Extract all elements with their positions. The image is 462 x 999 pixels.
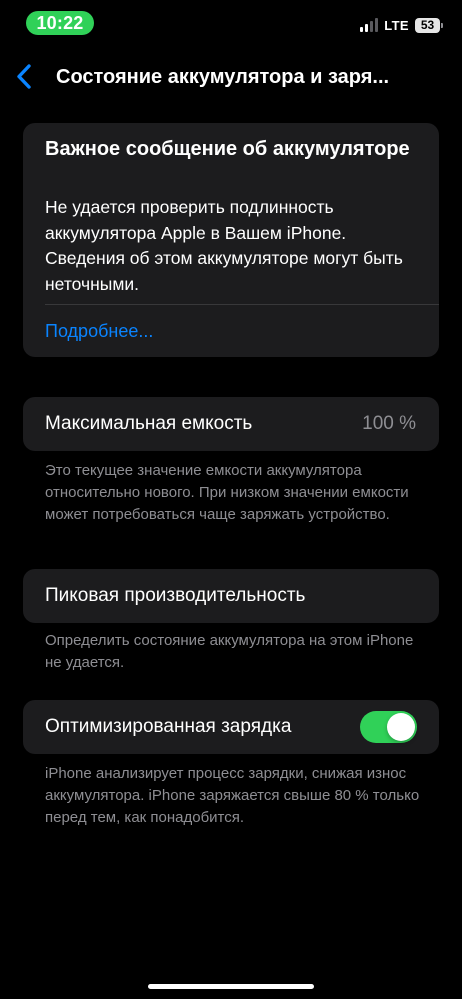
optimized-charging-label: Оптимизированная зарядка	[45, 716, 292, 737]
home-indicator[interactable]	[148, 984, 314, 989]
battery-icon: 53	[415, 17, 443, 33]
navigation-bar: Состояние аккумулятора и заря...	[0, 52, 462, 104]
alert-title: Важное сообщение об аккумуляторе	[45, 138, 410, 160]
max-capacity-value: 100 %	[362, 413, 416, 434]
status-indicators: LTE 53	[360, 15, 443, 35]
alert-divider	[45, 304, 439, 305]
max-capacity-label: Максимальная емкость	[45, 413, 253, 434]
optimized-charging-row: Оптимизированная зарядка	[23, 700, 439, 754]
max-capacity-footnote: Это текущее значение емкости аккумуля­то…	[45, 462, 409, 523]
peak-performance-label: Пиковая производительность	[45, 585, 306, 606]
page-title: Состояние аккумулятора и заря...	[56, 66, 390, 88]
optimized-charging-footnote: iPhone анализирует процесс зарядки, сниж…	[45, 765, 420, 826]
back-button[interactable]	[10, 62, 40, 92]
peak-performance-footnote: Определить состояние аккумулятора на это…	[45, 632, 414, 671]
toggle-knob	[387, 713, 415, 741]
status-bar: 10:22 LTE 53	[0, 0, 462, 50]
status-time[interactable]: 10:22	[26, 11, 94, 35]
cellular-signal-icon	[360, 18, 379, 32]
network-type-label: LTE	[384, 17, 409, 33]
max-capacity-row: Максимальная емкость 100 %	[23, 397, 439, 451]
chevron-left-icon	[17, 64, 31, 89]
optimized-charging-toggle[interactable]	[360, 711, 417, 743]
alert-body: Не удается проверить подлинность аккумул…	[45, 197, 403, 294]
battery-alert-card: Важное сообщение об аккумуляторе Не удае…	[23, 123, 439, 357]
learn-more-link[interactable]: Подробнее...	[45, 317, 153, 345]
peak-performance-row: Пиковая производительность	[23, 569, 439, 623]
